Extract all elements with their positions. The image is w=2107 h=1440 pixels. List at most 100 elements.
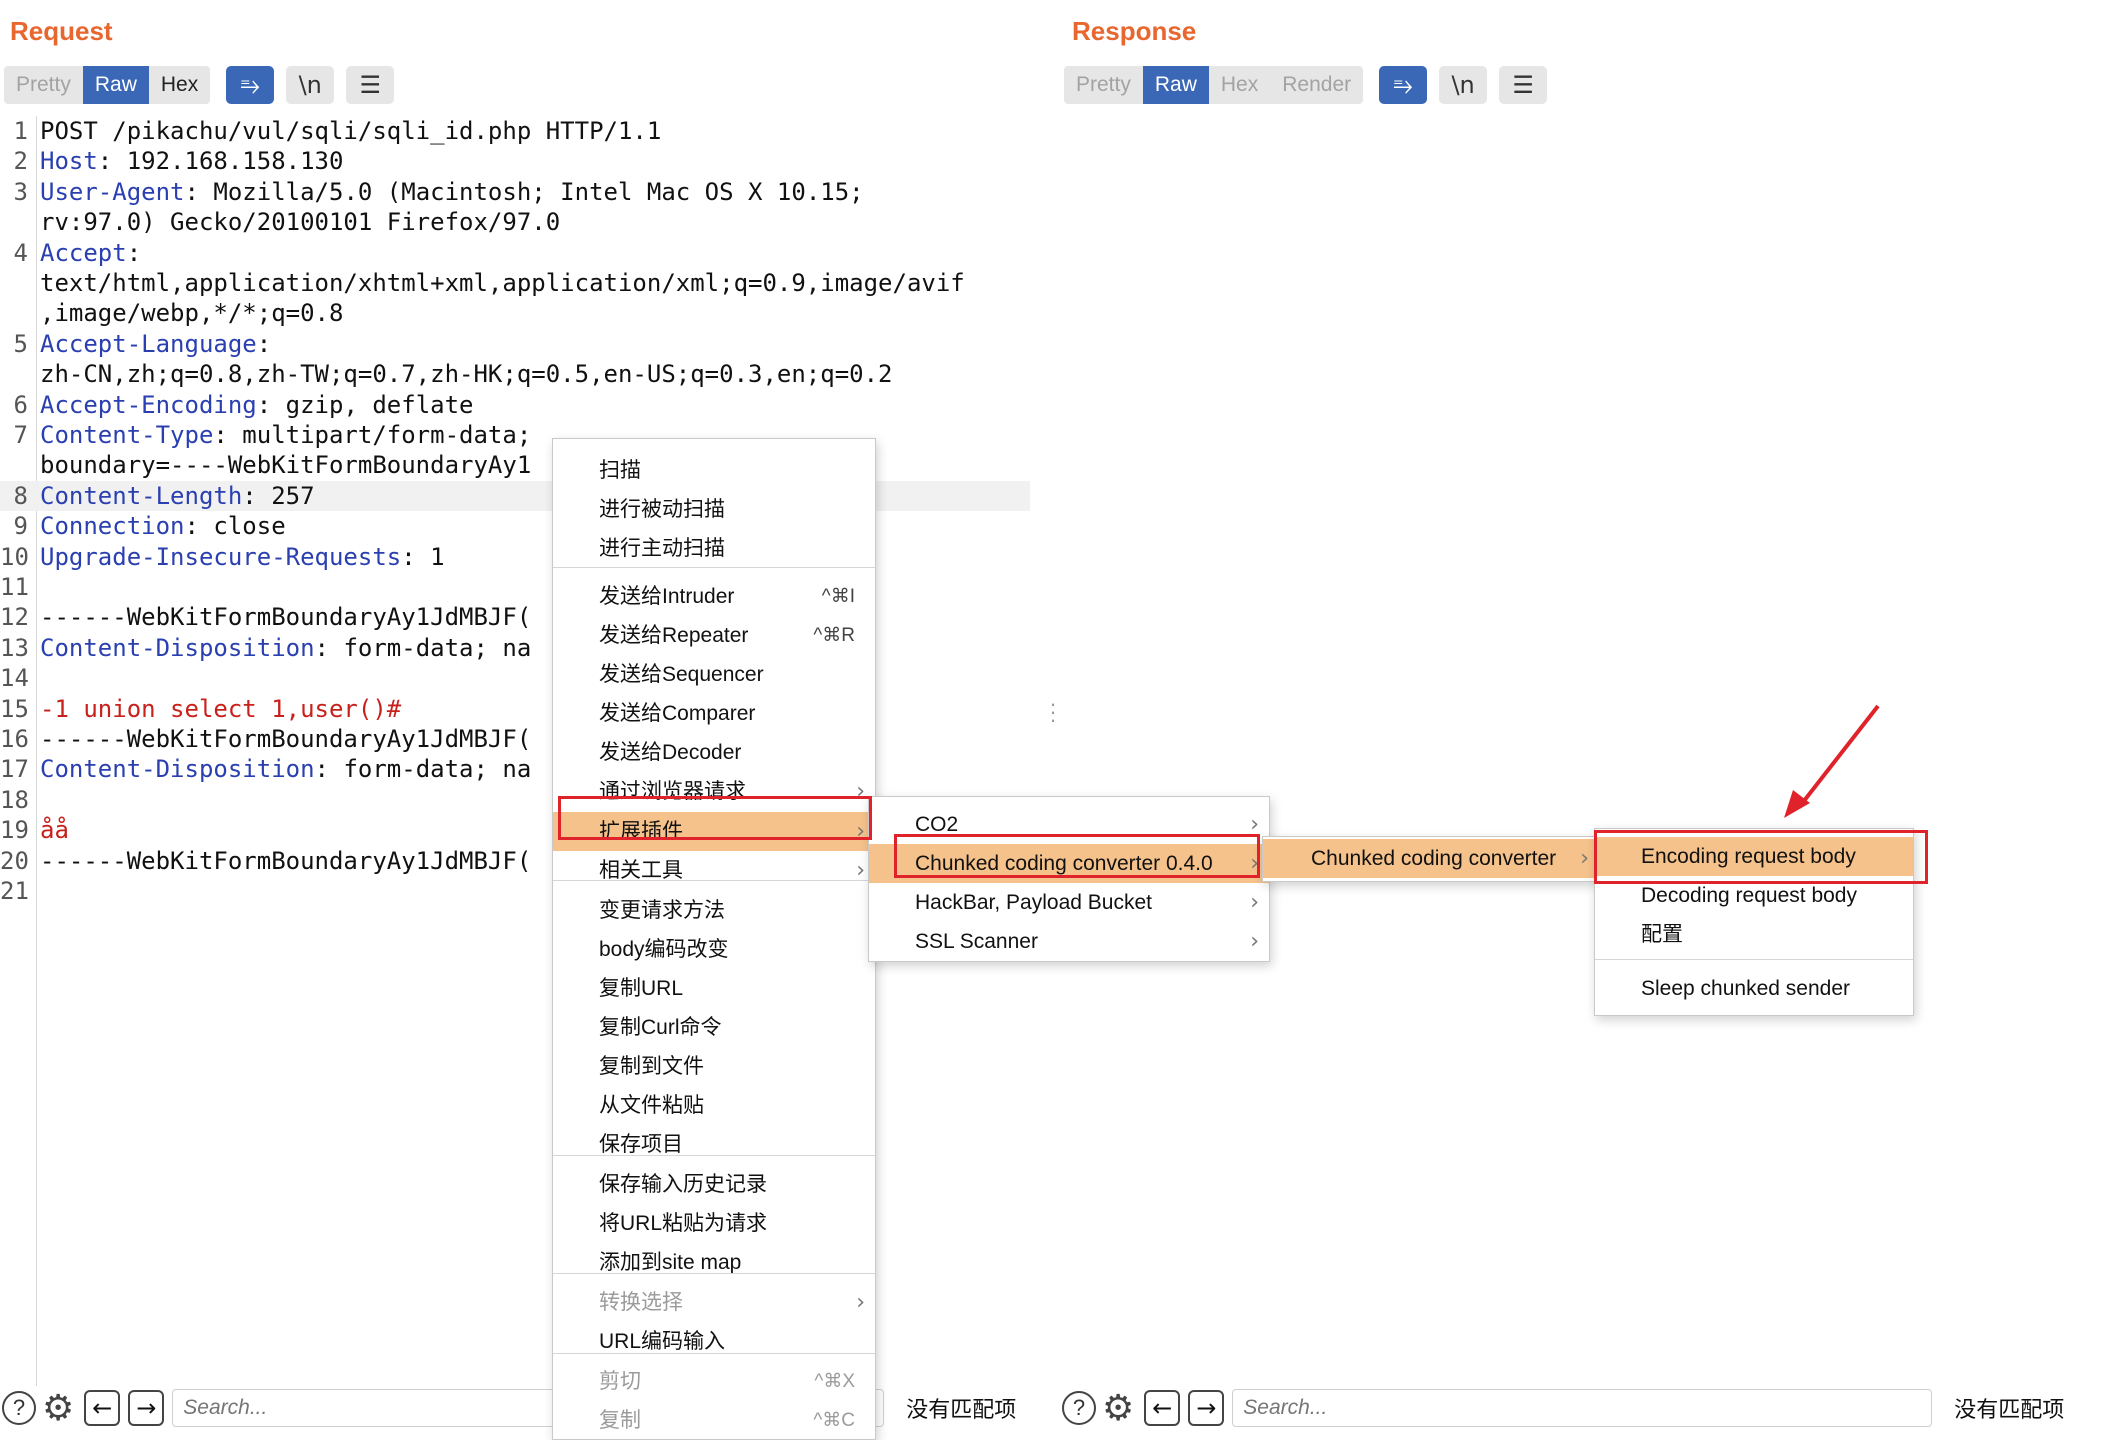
line-text: rv:97.0) Gecko/20100101 Firefox/97.0 (40, 207, 560, 237)
splitter-handle-icon[interactable]: · · · (1047, 693, 1059, 731)
line-text: Accept-Language: (40, 329, 271, 359)
line-number: 12 (0, 603, 29, 632)
show-newlines-button[interactable]: \n (286, 66, 335, 104)
menu-item[interactable]: 发送给Comparer (553, 694, 875, 733)
line-value: : form-data; na (314, 633, 532, 662)
menu-item-label: 变更请求方法 (599, 899, 725, 922)
menu-item-label: 进行被动扫描 (599, 498, 725, 521)
menu-item-label: 剪切 (599, 1370, 641, 1393)
header-key: User-Agent (40, 177, 185, 206)
menu-item[interactable]: 复制Curl命令 (553, 1008, 875, 1047)
line-value: : 257 (242, 481, 315, 510)
menu-item: 转换选择 › (553, 1283, 875, 1322)
extensions-menu-item[interactable]: HackBar, Payload Bucket › (869, 883, 1269, 922)
gear-icon[interactable]: ⚙ (1102, 1388, 1134, 1429)
menu-item[interactable]: 扫描 (553, 451, 875, 490)
line-value: rv:97.0) Gecko/20100101 Firefox/97.0 (40, 208, 561, 237)
menu-item[interactable]: 复制到文件 (553, 1047, 875, 1086)
menu-item[interactable]: 复制URL (553, 969, 875, 1008)
tab-hex[interactable]: Hex (149, 66, 210, 104)
line-value: : gzip, deflate (256, 390, 474, 419)
menu-item-label: URL编码输入 (599, 1330, 726, 1353)
line-value: : form-data; na (314, 755, 532, 784)
menu-icon[interactable]: ☰ (1499, 66, 1548, 104)
menu-item-label: Sleep chunked sender (1641, 977, 1850, 1000)
chunked-action-item[interactable]: 配置 (1595, 915, 1913, 954)
request-editor[interactable]: 1 POST /pikachu/vul/sqli/sqli_id.php HTTP… (0, 116, 1040, 1386)
line-value: : (256, 329, 272, 358)
code-line: 11 (0, 572, 1040, 602)
menu-item-label: 复制Curl命令 (599, 1016, 722, 1039)
help-icon[interactable]: ? (2, 1391, 36, 1425)
menu-item[interactable]: 添加到site map (553, 1243, 875, 1282)
menu-separator (1595, 959, 1913, 960)
arrow-left-icon[interactable]: ← (84, 1390, 121, 1426)
line-value: zh-CN,zh;q=0.8,zh-TW;q=0.7,zh-HK;q=0.5,e… (40, 360, 893, 389)
line-text: Content-Length: 257 (40, 481, 315, 511)
code-line: 1 POST /pikachu/vul/sqli/sqli_id.php HTTP… (0, 116, 1040, 146)
menu-item-label: 复制URL (599, 977, 684, 1000)
menu-item-label: Chunked coding converter (1311, 847, 1557, 870)
menu-item[interactable]: body编码改变 (553, 930, 875, 969)
menu-item[interactable]: 保存项目 (553, 1125, 875, 1164)
menu-item[interactable]: 相关工具 › (553, 851, 875, 890)
line-text: Content-Disposition: form-data; na (40, 754, 531, 784)
arrow-right-icon[interactable]: → (1188, 1390, 1225, 1426)
extensions-submenu: CO2 › Chunked coding converter 0.4.0 › HackB… (868, 796, 1270, 962)
menu-item[interactable]: 进行被动扫描 (553, 490, 875, 529)
line-text: ------WebKitFormBoundaryAy1JdMBJF( (40, 602, 531, 632)
line-number: 17 (0, 755, 29, 784)
tab-pretty[interactable]: Pretty (4, 66, 83, 104)
help-icon[interactable]: ? (1062, 1391, 1096, 1425)
show-newlines-button[interactable]: \n (1439, 66, 1488, 104)
menu-item[interactable]: 将URL粘贴为请求 (553, 1204, 875, 1243)
menu-item[interactable]: 发送给Intruder ^⌘I (553, 577, 875, 616)
menu-item[interactable]: 发送给Sequencer (553, 655, 875, 694)
line-number: 10 (0, 542, 29, 571)
tab-pretty[interactable]: Pretty (1064, 66, 1143, 104)
line-number: 11 (0, 573, 29, 601)
line-value: : multipart/form-data; (213, 421, 532, 449)
request-title: Request (10, 16, 113, 46)
line-text: Upgrade-Insecure-Requests: 1 (40, 542, 445, 572)
line-number: 2 (13, 147, 28, 176)
tab-hex[interactable]: Hex (1209, 66, 1270, 104)
tab-raw[interactable]: Raw (1142, 66, 1209, 104)
chevron-right-icon: › (856, 1290, 865, 1315)
arrow-left-icon[interactable]: ← (1144, 1390, 1181, 1426)
chunked-action-item[interactable]: Sleep chunked sender (1595, 969, 1913, 1008)
wrap-lines-icon[interactable]: ⥱ (226, 66, 275, 104)
response-search-input[interactable] (1232, 1389, 1933, 1427)
line-text: Accept-Encoding: gzip, deflate (40, 390, 474, 420)
menu-separator (553, 1155, 875, 1156)
line-number: 14 (0, 664, 29, 693)
code-line: 10 Upgrade-Insecure-Requests: 1 (0, 542, 1040, 572)
gear-icon[interactable]: ⚙ (42, 1388, 74, 1429)
response-no-match: 没有匹配项 (1954, 1397, 2065, 1422)
request-pane: Request Pretty Raw Hex ⥱ \n ☰ 1 POST /pik… (0, 0, 1045, 1440)
line-number: 19 (0, 816, 29, 845)
tab-raw[interactable]: Raw (82, 66, 149, 104)
line-value: : 192.168.158.130 (97, 147, 344, 176)
menu-item-label: 扫描 (599, 459, 641, 482)
request-no-match: 没有匹配项 (906, 1397, 1017, 1422)
response-view-tabs: Pretty Raw Hex Render (1064, 66, 1364, 104)
arrow-right-icon[interactable]: → (128, 1390, 165, 1426)
menu-item[interactable]: 变更请求方法 (553, 891, 875, 930)
menu-item[interactable]: URL编码输入 (553, 1322, 875, 1361)
menu-shortcut: ^⌘C (813, 1410, 855, 1431)
extensions-menu-item[interactable]: SSL Scanner › (869, 922, 1269, 961)
chunked-menu-item[interactable]: Chunked coding converter › (1263, 839, 1599, 878)
menu-icon[interactable]: ☰ (346, 66, 395, 104)
tab-render[interactable]: Render (1270, 66, 1363, 104)
menu-item[interactable]: 保存输入历史记录 (553, 1165, 875, 1204)
wrap-lines-icon[interactable]: ⥱ (1379, 66, 1428, 104)
menu-separator (553, 1353, 875, 1354)
menu-item[interactable]: 从文件粘贴 (553, 1086, 875, 1125)
menu-item[interactable]: 发送给Repeater ^⌘R (553, 616, 875, 655)
line-value: : 1 (401, 542, 445, 571)
menu-item: 剪切 ^⌘X (553, 1362, 875, 1401)
code-line: text/html,application/xhtml+xml,applicat… (0, 268, 1040, 298)
menu-item[interactable]: 进行主动扫描 (553, 529, 875, 568)
menu-item[interactable]: 发送给Decoder (553, 733, 875, 772)
